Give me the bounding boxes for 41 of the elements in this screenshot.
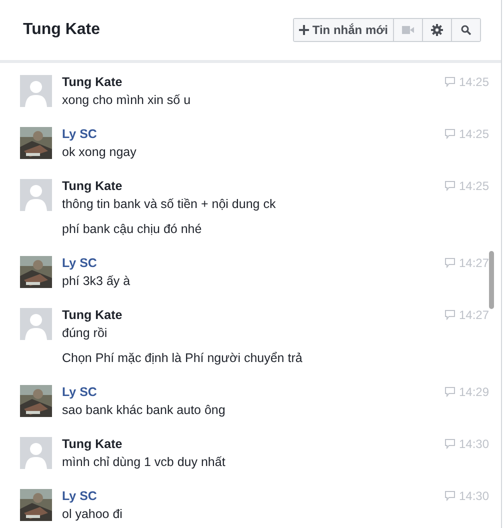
message-text: phí bank cậu chịu đó nhé [62,221,203,238]
comment-icon [444,258,455,268]
comment-icon [444,129,455,139]
plus-icon [299,25,310,35]
sender-name[interactable]: Ly SC [62,256,445,270]
timestamp: 14:27 [458,256,489,270]
search-button[interactable] [451,19,480,41]
message-text: thông tin bank và số tiền + nội dung ck [62,196,277,213]
sender-name[interactable]: Tung Kate [62,75,445,89]
timestamp: 14:27 [458,308,489,322]
timestamp: 14:30 [458,437,489,451]
sender-name[interactable]: Ly SC [62,127,445,141]
video-camera-icon [402,26,414,34]
scrollbar-thumb[interactable] [489,251,494,309]
comment-icon [444,310,455,320]
timestamp: 14:25 [458,179,489,193]
timestamp: 14:29 [458,385,489,399]
search-icon [461,25,471,35]
message-text: mình chỉ dùng 1 vcb duy nhất [62,454,226,471]
message-text: sao bank khác bank auto ông [62,402,226,419]
comment-icon [444,491,455,501]
conversation-title: Tung Kate [23,21,100,39]
message-text: ok xong ngay [62,144,138,161]
comment-icon [444,77,455,87]
timestamp: 14:30 [458,489,489,503]
comment-icon [444,439,455,449]
message-text: xong cho mình xin số u [62,92,192,109]
comment-icon [444,387,455,397]
timestamp: 14:25 [458,127,489,141]
message-text: phí 3k3 ấy à [62,273,132,290]
timestamp: 14:25 [458,75,489,89]
sender-name[interactable]: Tung Kate [62,437,445,451]
message-text: đúng rồi [62,325,108,342]
sender-name[interactable]: Ly SC [62,385,445,399]
comment-icon [444,181,455,191]
message-text: ol yahoo đi [62,506,124,523]
message-text: Chọn Phí mặc định là Phí người chuyển trả [62,350,304,367]
settings-icon [431,24,443,36]
sender-name[interactable]: Tung Kate [62,179,445,193]
sender-name[interactable]: Ly SC [62,489,445,503]
sender-name[interactable]: Tung Kate [62,308,445,322]
